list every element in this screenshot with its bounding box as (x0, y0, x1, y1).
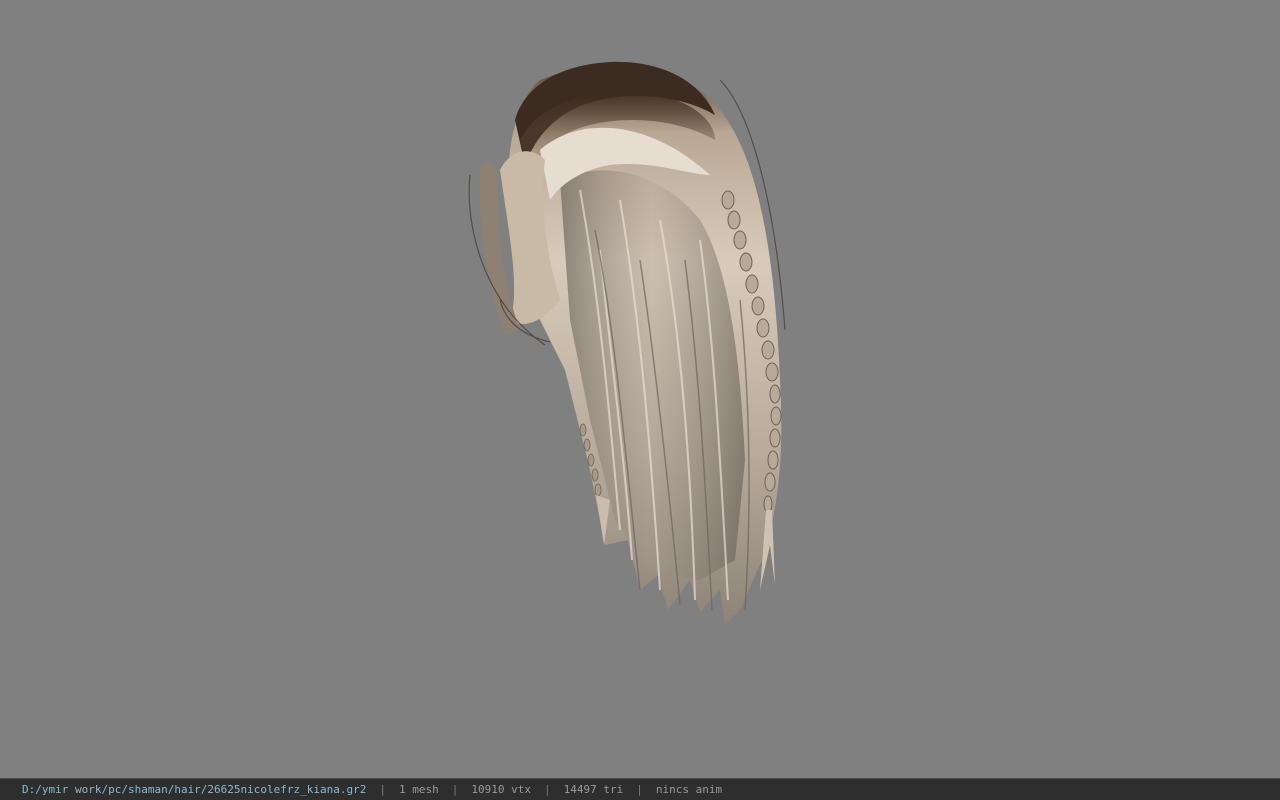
separator: | (543, 783, 551, 796)
vertex-count: 10910 vtx (471, 783, 531, 796)
animation-status: nincs anim (655, 783, 723, 796)
mesh-count: 1 mesh (399, 783, 439, 796)
hair-model-render (468, 61, 786, 626)
separator: | (379, 783, 386, 796)
triangle-count: 14497 tri (563, 783, 624, 796)
separator: | (636, 783, 643, 796)
3d-viewport[interactable] (0, 0, 1280, 778)
status-bar: D:/ymir work/pc/shaman/hair/26625nicolef… (0, 778, 1280, 800)
separator: | (451, 783, 459, 796)
file-path: D:/ymir work/pc/shaman/hair/26625nicolef… (22, 783, 367, 796)
